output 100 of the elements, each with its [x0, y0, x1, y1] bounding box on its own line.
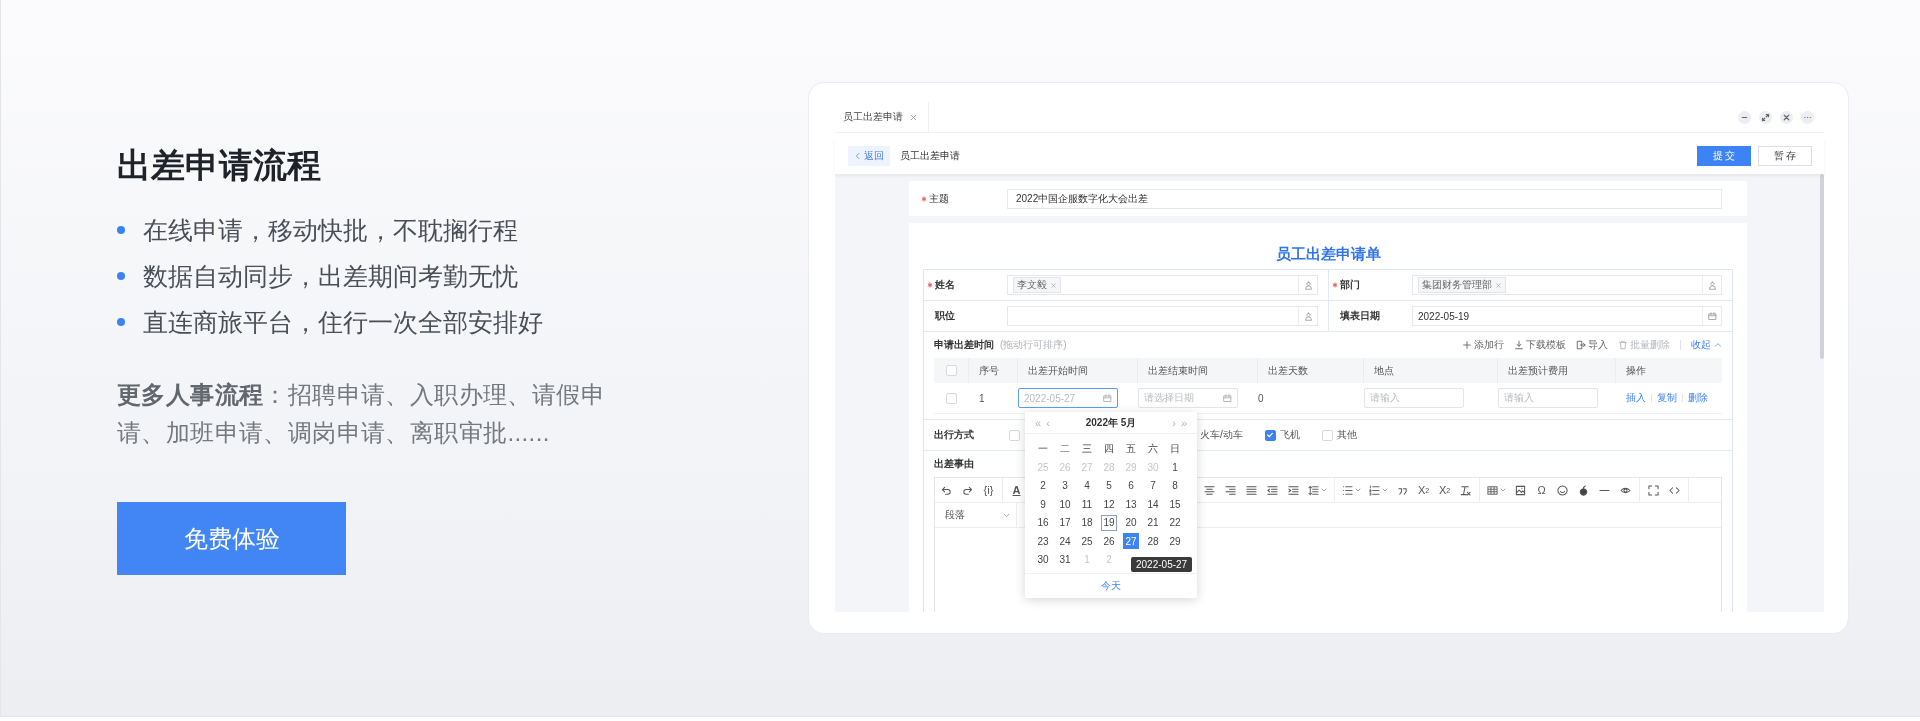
calendar-day[interactable]: 18	[1079, 514, 1095, 531]
minimize-icon[interactable]	[1738, 110, 1751, 124]
calendar-day[interactable]: 27	[1123, 533, 1139, 550]
option-label[interactable]: 飞机	[1279, 428, 1300, 442]
calendar-day[interactable]: 14	[1145, 496, 1161, 513]
calendar-day[interactable]: 31	[1057, 551, 1073, 568]
calendar-day[interactable]: 4	[1079, 477, 1095, 494]
submit-button[interactable]: 提 交	[1697, 145, 1751, 166]
option-label[interactable]: 火车/动车	[1200, 428, 1243, 442]
selected-tag[interactable]: 李文毅	[1013, 277, 1061, 293]
paragraph-format-dropdown[interactable]: 段落	[935, 503, 1017, 527]
collapse-link[interactable]: 收起	[1691, 338, 1722, 352]
person-picker-field[interactable]	[1007, 306, 1318, 326]
calendar-day[interactable]: 1	[1167, 459, 1183, 476]
back-button[interactable]: 返回	[848, 145, 890, 166]
superscript-button[interactable]: X$^{2}$	[1434, 480, 1455, 500]
calendar-day[interactable]: 15	[1167, 496, 1183, 513]
calendar-day[interactable]: 6	[1123, 477, 1139, 494]
code-icon[interactable]	[1669, 484, 1680, 496]
indent-icon[interactable]	[1288, 484, 1299, 496]
section-title: 申请出差时间	[934, 338, 994, 352]
table-cell: 1	[979, 392, 985, 404]
plus-icon	[1462, 340, 1472, 350]
align-center-icon[interactable]	[1204, 484, 1215, 496]
row-action-link[interactable]: 插入	[1626, 391, 1646, 405]
font-color-button[interactable]: A	[1006, 480, 1027, 500]
row-action-link[interactable]: 删除	[1688, 391, 1708, 405]
calendar-day[interactable]: 29	[1167, 533, 1183, 550]
selected-tag[interactable]: 集团财务管理部	[1418, 277, 1506, 293]
calendar-day[interactable]: 26	[1101, 533, 1117, 550]
section-title: 出差事由	[934, 457, 974, 471]
bullet-dot	[117, 272, 125, 280]
calendar-day[interactable]: 23	[1035, 533, 1051, 550]
outdent-icon[interactable]	[1267, 484, 1278, 496]
calendar-day[interactable]: 21	[1145, 514, 1161, 531]
table-icon	[1487, 484, 1498, 496]
calendar-day[interactable]: 24	[1057, 533, 1073, 550]
field-label: 姓名	[935, 278, 955, 292]
calendar-icon	[1707, 311, 1717, 321]
column-header: 出差预计费用	[1508, 363, 1568, 378]
add-action[interactable]: 添加行	[1462, 338, 1504, 352]
field-label: 出行方式	[934, 428, 975, 442]
option-label[interactable]: 其他	[1336, 428, 1357, 442]
row-action-link[interactable]: 复制	[1657, 391, 1677, 405]
free-trial-button[interactable]: 免费体验	[117, 502, 346, 575]
user-icon	[1303, 311, 1313, 321]
calendar-day[interactable]: 13	[1123, 496, 1139, 513]
smiley-icon[interactable]	[1557, 484, 1568, 496]
field-label: 部门	[1340, 278, 1360, 292]
calendar-day[interactable]: 2	[1035, 477, 1051, 494]
calendar-day[interactable]: 9	[1035, 496, 1051, 513]
calendar-day[interactable]: 20	[1123, 514, 1139, 531]
expand-icon[interactable]	[1759, 110, 1772, 124]
column-header: 出差结束时间	[1148, 363, 1208, 378]
weekday-label: 六	[1147, 442, 1159, 457]
calendar-day[interactable]: 10	[1057, 496, 1073, 513]
redo-icon[interactable]	[962, 484, 973, 496]
calendar-day[interactable]: 8	[1167, 477, 1183, 494]
calendar-day[interactable]: 11	[1079, 496, 1095, 513]
person-picker-field[interactable]: 集团财务管理部	[1412, 275, 1722, 295]
date-field[interactable]: 2022-05-19	[1412, 306, 1722, 326]
today-link[interactable]: 今天	[1101, 579, 1121, 593]
download-action[interactable]: 下载模板	[1514, 338, 1566, 352]
field-label: 职位	[935, 309, 955, 323]
calendar-day[interactable]: 22	[1167, 514, 1183, 531]
insert-variable-button[interactable]: {i}	[978, 480, 999, 500]
column-header: 序号	[979, 363, 999, 378]
column-header: 地点	[1374, 363, 1394, 378]
scrollbar[interactable]	[1820, 174, 1824, 359]
caret-down-icon	[1500, 487, 1506, 493]
calendar-day[interactable]: 17	[1057, 514, 1073, 531]
save-draft-button[interactable]: 暂 存	[1758, 145, 1812, 166]
clear-format-icon[interactable]	[1460, 484, 1471, 496]
undo-icon[interactable]	[941, 484, 952, 496]
page-title: 员工出差申请	[900, 148, 960, 163]
checkbox[interactable]	[1264, 429, 1276, 441]
calendar-day[interactable]: 16	[1035, 514, 1051, 531]
calendar-day[interactable]: 12	[1101, 496, 1117, 513]
feature-text: 数据自动同步，出差期间考勤无忧	[143, 260, 518, 292]
person-picker-field[interactable]: 李文毅	[1007, 275, 1318, 295]
field-label: 填表日期	[1340, 309, 1380, 323]
align-right-icon[interactable]	[1225, 484, 1236, 496]
import-action[interactable]: 导入	[1576, 338, 1608, 352]
close-icon[interactable]	[1780, 110, 1793, 124]
calendar-day[interactable]: 19	[1101, 514, 1117, 531]
special-character-button[interactable]: Ω	[1531, 480, 1552, 500]
calendar-day[interactable]: 3	[1057, 477, 1073, 494]
fullscreen-icon[interactable]	[1648, 484, 1659, 496]
calendar-day[interactable]: 25	[1079, 533, 1095, 550]
bullet-list-icon	[1342, 484, 1353, 496]
image-icon[interactable]	[1515, 484, 1526, 496]
subject-field[interactable]: 2022中国企服数字化大会出差	[1007, 188, 1722, 209]
bomb-icon[interactable]	[1578, 484, 1589, 496]
justify-icon[interactable]	[1246, 484, 1257, 496]
weekday-label: 日	[1169, 442, 1181, 457]
hint-text: (拖动行可排序)	[1000, 338, 1067, 352]
calendar-day[interactable]: 5	[1101, 477, 1117, 494]
calendar-day[interactable]: 30	[1035, 551, 1051, 568]
calendar-day[interactable]: 28	[1145, 533, 1161, 550]
calendar-day[interactable]: 7	[1145, 477, 1161, 494]
